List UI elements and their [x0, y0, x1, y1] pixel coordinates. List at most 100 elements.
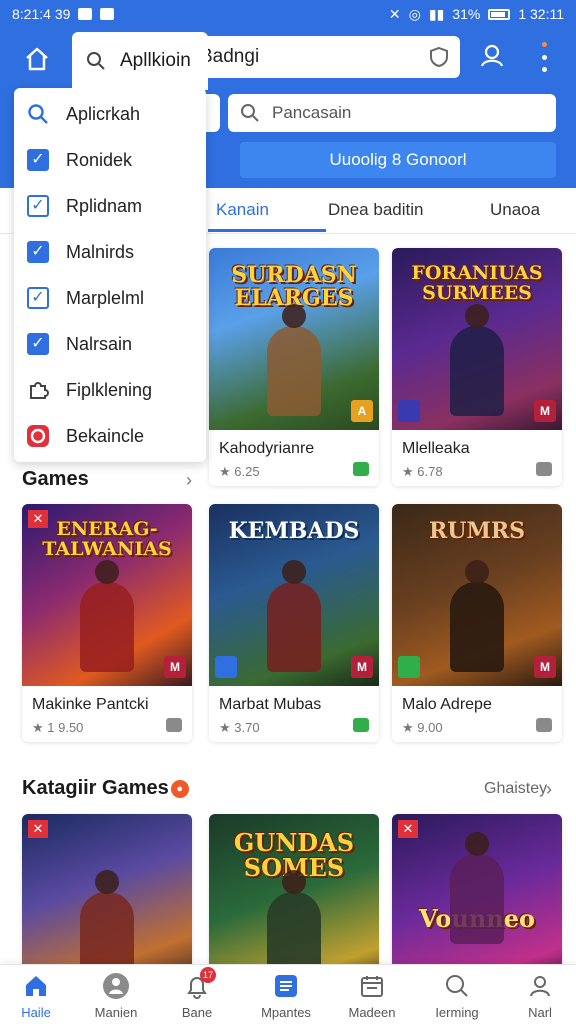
nav-item-mpantes[interactable]: Mpantes	[246, 971, 326, 1020]
rating-badge: M	[351, 656, 373, 678]
tab-dnea-baditin[interactable]: Dnea baditin	[328, 200, 423, 220]
close-icon[interactable]: ✕	[28, 820, 48, 838]
game-title: Marbat Mubas	[219, 696, 322, 713]
home-icon	[26, 47, 48, 71]
game-cover-image: FORANIUAS SURMEES M	[392, 248, 562, 430]
dropdown-item-label: Malnirds	[66, 241, 135, 262]
checkbox-checked-icon[interactable]: ✓	[27, 241, 49, 263]
nav-item-bane[interactable]: 17 Bane	[157, 967, 237, 1020]
game-card[interactable]: FORANIUAS SURMEES M Mlelleaka ★ 6.78	[392, 248, 562, 486]
record-icon	[27, 425, 49, 447]
game-card[interactable]: RUMRS M Malo Adrepe ★ 9.00	[392, 504, 562, 742]
puzzle-icon	[30, 382, 49, 399]
section-title-text: Katagiir Games	[22, 777, 169, 799]
game-title: Mlelleaka	[402, 440, 470, 457]
download-badge	[166, 718, 182, 732]
checkbox-checked-icon[interactable]: ✓	[27, 333, 49, 355]
notification-badge: 17	[200, 967, 216, 983]
alarm-icon: ◎	[408, 5, 421, 22]
game-rating: ★ 1 9.50	[32, 720, 84, 735]
game-cover-title: RUMRS	[429, 518, 525, 544]
rating-badge: M	[534, 656, 556, 678]
dropdown-item-label: Nalrsain	[66, 333, 133, 354]
tab-unaoa[interactable]: Unaoa	[490, 200, 540, 220]
more-options-button[interactable]	[536, 42, 552, 72]
dropdown-item-checkbox[interactable]: ✓ Malnirds	[14, 232, 206, 272]
nav-item-label: Madeen	[348, 1005, 396, 1020]
nav-item-narl[interactable]: Narl	[500, 971, 576, 1020]
dropdown-item-puzzle[interactable]: Fiplklening	[14, 370, 206, 410]
game-card[interactable]: KEMBADS M Marbat Mubas ★ 3.70	[209, 504, 379, 742]
mute-icon: ✕	[388, 5, 401, 22]
nav-item-home[interactable]: Haile	[0, 971, 76, 1020]
shield-icon[interactable]	[428, 46, 450, 68]
search-icon	[446, 975, 468, 997]
nav-item-ierming[interactable]: Ierming	[417, 971, 497, 1020]
dropdown-item-checkbox[interactable]: ✓ Ronidek	[14, 140, 206, 180]
secondary-search-input[interactable]: Pancasain	[228, 94, 556, 132]
user-icon	[480, 44, 504, 67]
search-overlay-text: Apllkioin	[120, 50, 191, 71]
game-cover-image: RUMRS M	[392, 504, 562, 686]
search-bar-text: Badngi	[200, 46, 260, 67]
status-time-left: 8:21:4 39	[12, 6, 71, 22]
game-card[interactable]: SURDASN ELARGES A Kahodyrianre ★ 6.25	[209, 248, 379, 486]
banner-button[interactable]: Uuoolig 8 Gonoorl	[240, 142, 556, 178]
download-badge	[536, 718, 552, 732]
game-cover-title: FORANIUAS SURMEES	[411, 262, 543, 304]
nav-item-label: Mpantes	[261, 1005, 311, 1020]
close-icon[interactable]: ✕	[398, 820, 418, 838]
section-title-games: Games	[22, 468, 89, 490]
download-badge	[353, 718, 369, 732]
section-title-kategori: Katagiir Games ●	[22, 777, 189, 800]
dropdown-item-checkbox[interactable]: ✓ Nalrsain	[14, 324, 206, 364]
search-overlay[interactable]: Apllkioin	[72, 32, 208, 90]
game-cover-image: KEMBADS M	[209, 504, 379, 686]
nav-item-manien[interactable]: Manien	[76, 971, 156, 1020]
game-cover-title: KEMBADS	[228, 518, 360, 544]
checkbox-checked-icon[interactable]: ✓	[27, 149, 49, 171]
dropdown-item-checkbox[interactable]: ✓ Rplidnam	[14, 186, 206, 226]
see-more-link[interactable]: Ghaistey	[484, 780, 547, 798]
nav-item-label: Bane	[181, 1005, 213, 1020]
game-card[interactable]: ✕ ENERAG- TALWANIAS M Makinke Pantcki ★ …	[22, 504, 192, 742]
checkbox-unchecked-icon[interactable]: ✓	[27, 195, 49, 217]
chevron-right-icon[interactable]: ›	[186, 470, 192, 491]
fire-icon: ●	[170, 779, 189, 798]
calendar-icon	[361, 976, 383, 997]
platform-badge	[215, 656, 237, 678]
game-rating: ★ 3.70	[219, 720, 260, 735]
dropdown-item-label: Fiplklening	[66, 379, 153, 400]
status-time-right: 1 32:11	[518, 6, 564, 22]
secondary-search-text: Pancasain	[272, 103, 352, 122]
more-dot-icon	[541, 54, 547, 60]
game-cover-image: ✕ ENERAG- TALWANIAS M	[22, 504, 192, 686]
search-icon	[87, 52, 105, 70]
battery-percent: 31%	[452, 6, 481, 22]
bottom-navigation: Haile Manien 17 Bane Mpantes Madeen Ierm…	[0, 964, 576, 1024]
game-rating: ★ 9.00	[402, 720, 443, 735]
home-button[interactable]	[18, 40, 56, 78]
tab-kanain[interactable]: Kanain	[216, 200, 269, 220]
message-icon	[78, 8, 93, 20]
profile-icon	[530, 976, 550, 997]
home-icon	[26, 976, 46, 996]
dropdown-item-label: Ronidek	[66, 149, 133, 170]
dropdown-item-record[interactable]: Bekaincle	[14, 416, 206, 456]
dropdown-item-checkbox[interactable]: ✓ Marplelml	[14, 278, 206, 318]
checkbox-unchecked-icon[interactable]: ✓	[27, 287, 49, 309]
dropdown-item-search[interactable]: Aplicrkah	[14, 94, 206, 134]
download-badge	[353, 462, 369, 476]
search-icon	[241, 104, 259, 122]
game-rating: ★ 6.25	[219, 464, 260, 479]
chevron-right-icon[interactable]: ›	[546, 779, 552, 800]
game-title: Kahodyrianre	[219, 440, 315, 457]
nav-item-label: Manien	[94, 1005, 138, 1020]
signal-icon: ▮▮	[428, 5, 445, 22]
game-cover-title: ENERAG- TALWANIAS	[42, 518, 172, 560]
tab-active-indicator	[208, 229, 326, 232]
nav-item-madeen[interactable]: Madeen	[332, 971, 412, 1020]
game-rating: ★ 6.78	[402, 464, 443, 479]
list-icon	[275, 975, 297, 997]
user-button[interactable]	[478, 42, 506, 70]
